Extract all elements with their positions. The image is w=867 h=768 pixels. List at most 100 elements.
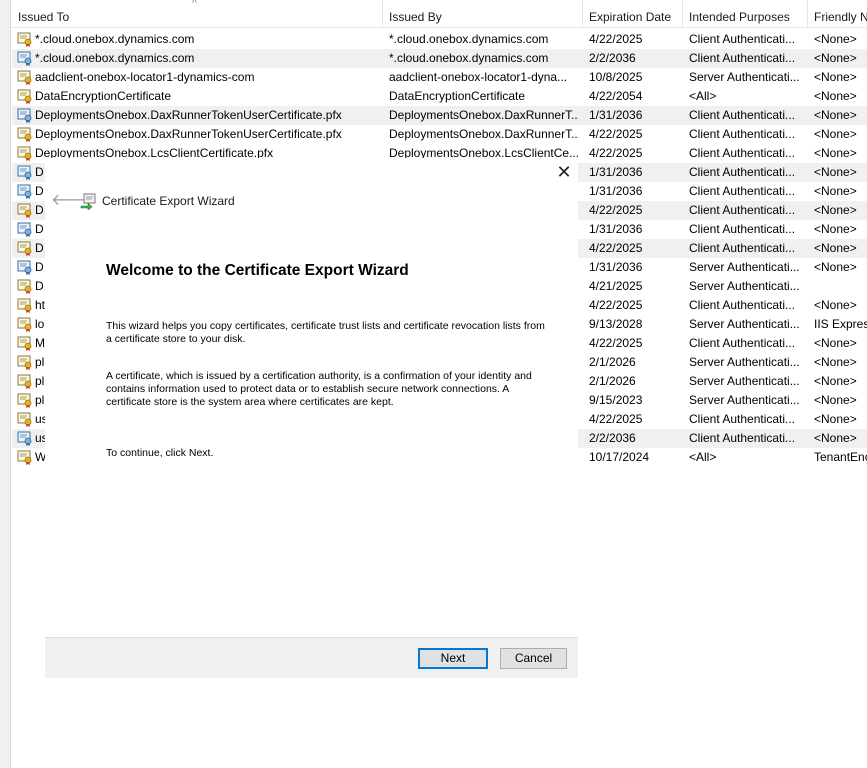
issued-by-cell: *.cloud.onebox.dynamics.com <box>389 32 549 46</box>
back-arrow-icon[interactable]: 🡐 <box>51 191 94 211</box>
issued-by-cell: DeploymentsOnebox.DaxRunnerT... <box>389 108 579 122</box>
column-header-issued-to[interactable]: Issued To <box>12 0 383 28</box>
certificate-icon <box>17 89 33 104</box>
expiration-date-cell: 2/1/2026 <box>589 374 636 388</box>
issued-to-cell: DeploymentsOnebox.DaxRunnerTokenUserCert… <box>35 127 342 141</box>
certificate-chain-icon <box>17 222 33 237</box>
wizard-heading: Welcome to the Certificate Export Wizard <box>106 262 409 279</box>
intended-purposes-cell: Client Authenticati... <box>689 146 796 160</box>
expiration-date-cell: 1/31/2036 <box>589 108 643 122</box>
certificate-chain-icon <box>17 108 33 123</box>
certificate-icon <box>17 203 33 218</box>
intended-purposes-cell: Client Authenticati... <box>689 127 796 141</box>
list-header: ^ Issued To Issued By Expiration Date In… <box>12 0 867 28</box>
certificate-icon <box>17 393 33 408</box>
friendly-name-cell: <None> <box>814 412 857 426</box>
certificate-wizard-icon <box>80 193 96 210</box>
certificate-icon <box>17 298 33 313</box>
wizard-intro-text: This wizard helps you copy certificates,… <box>106 320 545 345</box>
close-icon[interactable]: ✕ <box>553 161 575 183</box>
column-header-issued-by[interactable]: Issued By <box>383 0 583 28</box>
expiration-date-cell: 9/15/2023 <box>589 393 643 407</box>
issued-to-cell: *.cloud.onebox.dynamics.com <box>35 51 195 65</box>
issued-by-cell: DataEncryptionCertificate <box>389 89 526 103</box>
friendly-name-cell: <None> <box>814 355 857 369</box>
column-header-friendly-name[interactable]: Friendly N <box>808 0 867 28</box>
certificate-chain-icon <box>17 260 33 275</box>
table-row[interactable]: DataEncryptionCertificate DataEncryptionC… <box>12 87 867 106</box>
certificate-icon <box>17 355 33 370</box>
issued-by-cell: aadclient-onebox-locator1-dyna... <box>389 70 568 84</box>
certificate-icon <box>17 336 33 351</box>
certificate-chain-icon <box>17 431 33 446</box>
expiration-date-cell: 2/2/2036 <box>589 51 636 65</box>
intended-purposes-cell: Client Authenticati... <box>689 412 796 426</box>
expiration-date-cell: 10/17/2024 <box>589 450 650 464</box>
table-row[interactable]: aadclient-onebox-locator1-dynamics-com aa… <box>12 68 867 87</box>
expiration-date-cell: 9/13/2028 <box>589 317 643 331</box>
friendly-name-cell: <None> <box>814 222 857 236</box>
dialog-title: Certificate Export Wizard <box>102 194 235 208</box>
friendly-name-cell: TenantEnc <box>814 450 867 464</box>
friendly-name-cell: <None> <box>814 374 857 388</box>
expiration-date-cell: 4/22/2025 <box>589 32 643 46</box>
intended-purposes-cell: Client Authenticati... <box>689 431 796 445</box>
certificate-icon <box>17 70 33 85</box>
friendly-name-cell: <None> <box>814 108 857 122</box>
intended-purposes-cell: Server Authenticati... <box>689 355 800 369</box>
friendly-name-cell: <None> <box>814 89 857 103</box>
certificate-chain-icon <box>17 184 33 199</box>
table-row[interactable]: DeploymentsOnebox.DaxRunnerTokenUserCert… <box>12 125 867 144</box>
intended-purposes-cell: Client Authenticati... <box>689 184 796 198</box>
expiration-date-cell: 1/31/2036 <box>589 222 643 236</box>
friendly-name-cell: <None> <box>814 165 857 179</box>
friendly-name-cell: <None> <box>814 298 857 312</box>
intended-purposes-cell: Client Authenticati... <box>689 32 796 46</box>
cancel-button[interactable]: Cancel <box>500 648 567 669</box>
expiration-date-cell: 1/31/2036 <box>589 260 643 274</box>
expiration-date-cell: 4/22/2025 <box>589 203 643 217</box>
table-row[interactable]: DeploymentsOnebox.DaxRunnerTokenUserCert… <box>12 106 867 125</box>
expiration-date-cell: 4/21/2025 <box>589 279 643 293</box>
intended-purposes-cell: Client Authenticati... <box>689 165 796 179</box>
column-header-intended-purposes[interactable]: Intended Purposes <box>683 0 808 28</box>
certificate-icon <box>17 279 33 294</box>
certificate-icon <box>17 32 33 47</box>
friendly-name-cell: <None> <box>814 336 857 350</box>
intended-purposes-cell: Server Authenticati... <box>689 393 800 407</box>
intended-purposes-cell: Server Authenticati... <box>689 279 800 293</box>
certificate-icon <box>17 317 33 332</box>
expiration-date-cell: 4/22/2025 <box>589 336 643 350</box>
table-row[interactable]: *.cloud.onebox.dynamics.com *.cloud.onebo… <box>12 49 867 68</box>
friendly-name-cell: <None> <box>814 146 857 160</box>
wizard-description-text: A certificate, which is issued by a cert… <box>106 370 532 408</box>
window-left-border <box>0 0 11 768</box>
intended-purposes-cell: Server Authenticati... <box>689 70 800 84</box>
friendly-name-cell: IIS Express <box>814 317 867 331</box>
friendly-name-cell: <None> <box>814 70 857 84</box>
next-button[interactable]: Next <box>418 648 488 669</box>
issued-to-cell: DataEncryptionCertificate <box>35 89 172 103</box>
issued-by-cell: DeploymentsOnebox.DaxRunnerT... <box>389 127 579 141</box>
intended-purposes-cell: <All> <box>689 450 717 464</box>
intended-purposes-cell: Client Authenticati... <box>689 298 796 312</box>
certificate-icon <box>17 241 33 256</box>
certificate-icon <box>17 127 33 142</box>
table-row[interactable]: *.cloud.onebox.dynamics.com *.cloud.onebo… <box>12 30 867 49</box>
column-header-expiration-date[interactable]: Expiration Date <box>583 0 683 28</box>
expiration-date-cell: 2/1/2026 <box>589 355 636 369</box>
friendly-name-cell: <None> <box>814 203 857 217</box>
friendly-name-cell: <None> <box>814 260 857 274</box>
expiration-date-cell: 4/22/2025 <box>589 412 643 426</box>
intended-purposes-cell: <All> <box>689 89 717 103</box>
certificate-export-wizard-dialog: ✕ 🡐 Certificate Export Wizard Welcome to… <box>45 158 578 678</box>
issued-to-cell: DeploymentsOnebox.DaxRunnerTokenUserCert… <box>35 108 342 122</box>
friendly-name-cell: <None> <box>814 32 857 46</box>
expiration-date-cell: 1/31/2036 <box>589 165 643 179</box>
intended-purposes-cell: Server Authenticati... <box>689 260 800 274</box>
intended-purposes-cell: Server Authenticati... <box>689 317 800 331</box>
expiration-date-cell: 2/2/2036 <box>589 431 636 445</box>
certificate-icon <box>17 450 33 465</box>
expiration-date-cell: 1/31/2036 <box>589 184 643 198</box>
certificate-icon <box>17 412 33 427</box>
